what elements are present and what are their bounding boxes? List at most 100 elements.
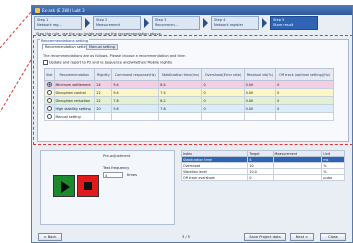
col-rigidity: Rigidity: [94, 68, 113, 81]
step-1[interactable]: Step 1 Network reg...: [34, 16, 82, 30]
lower-area: Pre-adjustment Test frequency 4 times In…: [37, 148, 349, 228]
status-table: Index Target Measurement Unit Stabilizat…: [180, 150, 345, 181]
step-4[interactable]: Step 4 Network register: [211, 16, 259, 30]
cell-offtrack: 0: [275, 80, 334, 89]
col-recommendation: Recommendation: [53, 68, 96, 81]
update-checkbox-row[interactable]: Update and report to P2 and re Sequence …: [43, 60, 172, 65]
arrow-icon: [85, 18, 90, 28]
cell-residual: 0.00: [243, 88, 277, 97]
cell-settle: 7.8: [158, 104, 203, 113]
cell-residual: [243, 112, 277, 121]
cell-settle: 8.4: [158, 80, 203, 89]
play-button[interactable]: [53, 175, 75, 197]
cell-residual: 0.00: [243, 80, 277, 89]
title-bar: Ex-ask (E 280) Lukt 3: [32, 6, 352, 15]
radio-icon[interactable]: [46, 105, 52, 111]
step-2[interactable]: Step 2 Measurement: [93, 16, 141, 30]
row-select-cell[interactable]: [44, 104, 55, 113]
status-cell-target: 0: [247, 174, 274, 181]
next-button[interactable]: Next >: [290, 233, 314, 241]
step-4-desc: Network register: [214, 22, 244, 27]
panel-description: The recommendations are as follows. Plea…: [43, 54, 186, 58]
table-row[interactable]: Disruption reduction 22 7.6 8.2 0 0.00 0: [44, 96, 334, 105]
cell-settle: [158, 112, 203, 121]
step-1-desc: Network reg...: [37, 22, 62, 27]
cell-offtrack: 0: [275, 88, 334, 97]
step-3[interactable]: Step 3 Recommen...: [152, 16, 200, 30]
tab-recommendation[interactable]: Recommendation setting: [42, 44, 93, 50]
cell-residual: 0.00: [243, 96, 277, 105]
window-title: Ex-ask (E 280) Lukt 3: [42, 8, 85, 13]
step-5[interactable]: Step 5 Store result: [270, 16, 318, 30]
col-response: Command response(Hz): [111, 68, 160, 81]
table-row[interactable]: High stability setting 20 5.6 7.8 0 0.00 0: [44, 104, 334, 113]
close-button[interactable]: Close: [320, 233, 346, 241]
cell-rigidity: 20: [94, 104, 113, 113]
cell-settle: 8.2: [158, 96, 203, 105]
col-residual: Residual vib(%): [243, 68, 277, 81]
radio-icon[interactable]: [46, 81, 52, 87]
cell-overshoot: 0: [201, 88, 245, 97]
cell-response: 7.6: [111, 96, 160, 105]
footer-bar: < Back 3 / 5 Save Project data Next > Cl…: [32, 230, 352, 242]
cell-name: Manual setting: [53, 112, 96, 121]
cell-rigidity: [94, 112, 113, 121]
cell-offtrack: [275, 112, 334, 121]
run-panel-label: Pre-adjustment: [103, 154, 131, 158]
cell-name: High stability setting: [53, 104, 96, 113]
table-row[interactable]: Manual setting: [44, 112, 334, 121]
radio-icon[interactable]: [46, 89, 52, 95]
arrow-icon: [144, 18, 149, 28]
cell-name: Minimum settlement: [53, 80, 96, 89]
radio-icon[interactable]: [46, 113, 52, 119]
cell-response: 9.4: [111, 80, 160, 89]
cell-settle: 7.5: [158, 88, 203, 97]
save-project-button[interactable]: Save Project data: [244, 233, 286, 241]
col-slot: Slot: [44, 68, 55, 81]
arrow-icon: [203, 18, 208, 28]
test-frequency-input[interactable]: 4: [103, 172, 123, 178]
status-cell-measured: [272, 174, 323, 181]
cell-offtrack: 0: [275, 104, 334, 113]
arrow-icon: [262, 18, 267, 28]
status-row[interactable]: Off track overshoot 0 pulse: [180, 174, 345, 181]
step-bar: Step 1 Network reg... Step 2 Measurement…: [34, 16, 352, 31]
test-frequency-unit: times: [127, 173, 137, 177]
step-2-desc: Measurement: [96, 22, 121, 27]
play-icon: [61, 181, 70, 193]
stop-button[interactable]: [77, 175, 99, 197]
step-5-desc: Store result: [273, 22, 294, 27]
test-frequency-label: Test frequency: [103, 166, 130, 170]
run-panel: Pre-adjustment Test frequency 4 times: [40, 150, 175, 225]
table-row[interactable]: Disruption control 22 9.4 7.5 0 0.00 0: [44, 88, 334, 97]
radio-icon[interactable]: [46, 97, 52, 103]
cell-name: Disruption control: [53, 88, 96, 97]
row-select-cell[interactable]: [44, 80, 55, 89]
app-window: Ex-ask (E 280) Lukt 3 Step 1 Network reg…: [31, 5, 353, 243]
cell-response: 9.4: [111, 88, 160, 97]
step-3-desc: Recommen...: [155, 22, 179, 27]
back-button[interactable]: < Back: [38, 233, 62, 241]
stop-icon: [84, 182, 92, 190]
panel-group-label: Recommendations setting: [40, 39, 90, 43]
row-select-cell[interactable]: [44, 96, 55, 105]
cell-response: [111, 112, 160, 121]
checkbox-label: Update and report to P2 and re Sequence …: [49, 60, 173, 65]
tab-manual[interactable]: Manual setting: [86, 44, 118, 50]
recommendation-panel: Recommendations setting Recommendation s…: [37, 39, 349, 142]
table-row[interactable]: Minimum settlement 24 9.4 8.4 0 0.00 0: [44, 80, 334, 89]
cell-offtrack: 0: [275, 96, 334, 105]
cell-overshoot: [201, 112, 245, 121]
app-icon: [35, 8, 40, 13]
cell-response: 5.6: [111, 104, 160, 113]
cell-residual: 0.00: [243, 104, 277, 113]
page-indicator: 3 / 5: [182, 235, 190, 239]
row-select-cell[interactable]: [44, 112, 55, 121]
checkbox-icon[interactable]: [43, 60, 48, 65]
status-cell-name: Off track overshoot: [180, 174, 249, 181]
col-offtrack: Off track (optimal setting)(Hz): [275, 68, 334, 81]
cell-overshoot: 0: [201, 104, 245, 113]
row-select-cell[interactable]: [44, 88, 55, 97]
cell-name: Disruption reduction: [53, 96, 96, 105]
col-stabilization: Stabilization time(ms): [158, 68, 203, 81]
